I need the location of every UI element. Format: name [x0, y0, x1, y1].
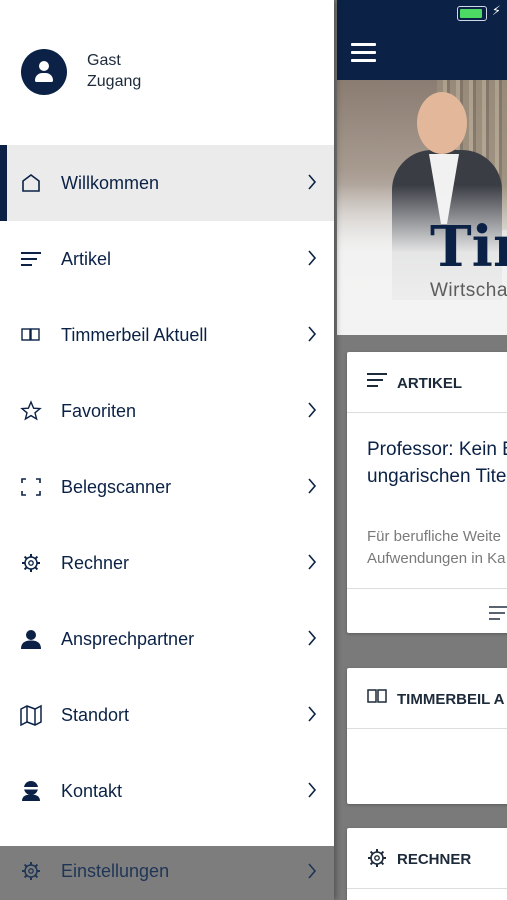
excerpt-line: Aufwendungen in Ka	[367, 550, 506, 567]
drawer-item-timmerbeil-aktuell[interactable]: Timmerbeil Aktuell	[0, 297, 334, 373]
app-bar	[337, 28, 507, 80]
chevron-right-icon	[308, 402, 317, 418]
drawer-item-kontakt[interactable]: Kontakt	[0, 753, 334, 829]
article-title-line: ungarischen Titel	[367, 466, 507, 487]
chevron-right-icon	[308, 554, 317, 570]
user-access-type: Zugang	[87, 73, 142, 90]
timmerbeil-aktuell-card[interactable]: TIMMERBEIL A	[347, 668, 507, 804]
list-icon	[21, 252, 41, 266]
gear-icon	[22, 554, 40, 572]
drawer-item-label: Favoriten	[61, 401, 137, 421]
gear-icon	[368, 849, 386, 867]
hero-banner: Tim Wirtscha	[337, 80, 507, 335]
gear-icon	[22, 862, 40, 880]
card-header: ARTIKEL	[347, 352, 507, 413]
drawer-item-label: Timmerbeil Aktuell	[61, 325, 208, 345]
person-icon	[21, 630, 41, 649]
articles-card[interactable]: ARTIKEL Professor: Kein Be ungarischen T…	[347, 352, 507, 633]
chevron-right-icon	[308, 478, 317, 494]
excerpt-line: Für berufliche Weite	[367, 528, 501, 545]
card-footer[interactable]	[347, 588, 507, 633]
card-title: TIMMERBEIL A	[397, 691, 505, 708]
rechner-card[interactable]: RECHNER	[347, 828, 507, 900]
chevron-right-icon	[308, 706, 317, 722]
battery-charging-icon	[457, 6, 487, 21]
card-header: RECHNER	[347, 828, 507, 889]
drawer-item-label: Einstellungen	[61, 861, 170, 881]
person-icon	[21, 49, 67, 95]
book-icon	[21, 328, 40, 341]
drawer-item-label: Belegscanner	[61, 477, 172, 497]
drawer-item-label: Willkommen	[61, 173, 160, 193]
article-title-line: Professor: Kein Be	[367, 439, 507, 460]
book-icon	[367, 689, 387, 703]
home-icon	[22, 174, 40, 192]
brand-logo-text: Tim	[430, 214, 507, 280]
scan-icon	[21, 478, 41, 496]
drawer-item-label: Ansprechpartner	[61, 629, 195, 649]
drawer-item-rechner[interactable]: Rechner	[0, 525, 334, 601]
list-icon	[489, 606, 507, 620]
drawer-item-label: Standort	[61, 705, 130, 725]
chevron-right-icon	[308, 174, 317, 190]
drawer-item-label: Kontakt	[61, 781, 123, 801]
user-name: Gast	[87, 52, 121, 69]
drawer-item-belegscanner[interactable]: Belegscanner	[0, 449, 334, 525]
article-title[interactable]: Professor: Kein Be ungarischen Titel	[367, 436, 507, 490]
card-header: TIMMERBEIL A	[347, 668, 507, 729]
brand-subtitle: Wirtscha	[430, 280, 507, 301]
charging-bolt-icon: ⚡	[491, 4, 501, 19]
hamburger-icon[interactable]	[351, 43, 376, 63]
drawer-item-ansprechpartner[interactable]: Ansprechpartner	[0, 601, 334, 677]
chevron-right-icon	[308, 630, 317, 646]
contact-icon	[22, 781, 40, 801]
status-bar: ⚡	[337, 0, 507, 28]
article-excerpt: Für berufliche Weite Aufwendungen in Ka	[367, 526, 505, 570]
drawer-item-artikel[interactable]: Artikel	[0, 221, 334, 297]
drawer-item-willkommen[interactable]: Willkommen	[0, 145, 334, 221]
card-title: RECHNER	[397, 851, 472, 868]
navigation-drawer: Gast Zugang Willkommen Artikel Timmerbei…	[0, 0, 334, 900]
drawer-item-standort[interactable]: Standort	[0, 677, 334, 753]
drawer-item-label: Rechner	[61, 553, 130, 573]
chevron-right-icon	[308, 863, 317, 879]
list-icon	[367, 373, 387, 387]
map-icon	[20, 704, 42, 726]
card-title: ARTIKEL	[397, 375, 462, 392]
drawer-item-einstellungen[interactable]: Einstellungen	[0, 846, 334, 900]
drawer-item-label: Artikel	[61, 249, 112, 269]
drawer-header: Gast Zugang	[0, 0, 334, 146]
star-icon	[20, 400, 42, 421]
chevron-right-icon	[308, 326, 317, 342]
chevron-right-icon	[308, 250, 317, 266]
chevron-right-icon	[308, 782, 317, 798]
drawer-item-favoriten[interactable]: Favoriten	[0, 373, 334, 449]
